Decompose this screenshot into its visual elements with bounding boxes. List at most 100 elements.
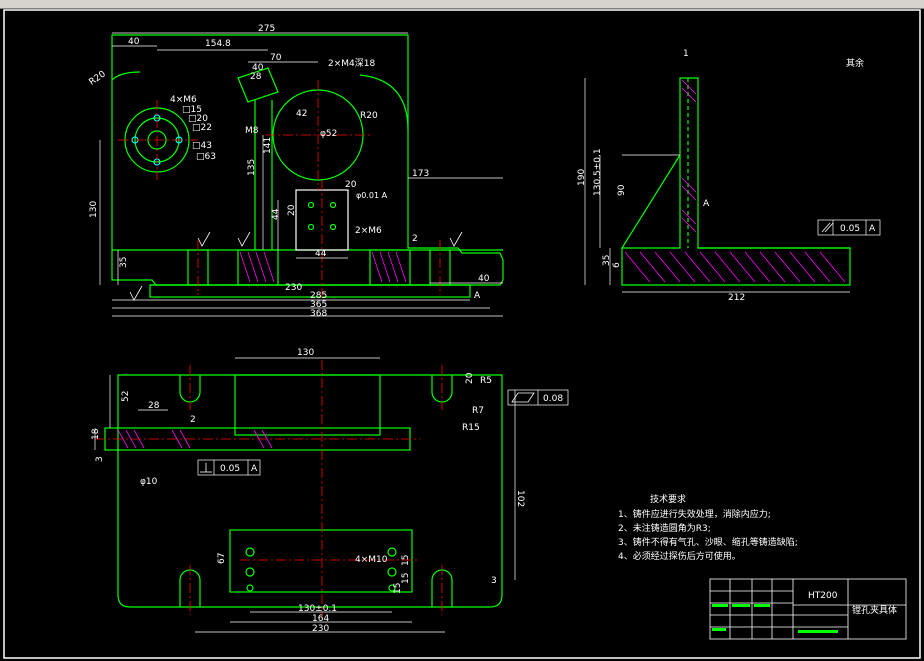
front-pocket-left xyxy=(237,249,279,286)
dim-side-parallel: 0.05 xyxy=(840,224,860,234)
dim-side-6: 6 xyxy=(612,262,622,268)
dim-front-42: 42 xyxy=(296,109,307,119)
dim-front-m6pair: 2×M6 xyxy=(355,226,382,236)
dim-front-35: 35 xyxy=(119,257,129,268)
drawing-border xyxy=(3,9,921,659)
dim-front-40r: 40 xyxy=(478,274,490,284)
dim-front-m6: 4×M6 xyxy=(170,95,197,105)
dim-front-22: □22 xyxy=(192,123,212,133)
dim-front-40: 40 xyxy=(128,37,140,47)
dim-front-63: □63 xyxy=(196,152,216,162)
dim-top-3r: 3 xyxy=(491,576,497,586)
dim-top-r7: R7 xyxy=(472,406,484,416)
top-hole-3 xyxy=(246,584,254,592)
technical-notes: 技术要求 1、铸件应进行失效处理，消除内应力; 2、未注铸造圆角为R3; 3、铸… xyxy=(618,493,798,562)
top-center-block xyxy=(234,374,381,436)
drawing-canvas[interactable]: 275 40 154.8 70 40 28 R20 4×M6 □15 □20 □… xyxy=(0,0,924,661)
titleblock-name: 镗孔夹具体 xyxy=(852,604,897,616)
notes-item-4: 4、必须经过探伤后方可使用。 xyxy=(618,550,741,562)
notes-item-3: 3、铸件不得有气孔、沙眼、缩孔等铸造缺陷; xyxy=(618,536,798,548)
titleblock-material: HT200 xyxy=(808,591,838,601)
dim-top-230: 230 xyxy=(312,624,329,634)
top-body-outline xyxy=(117,374,503,608)
dim-front-230: 230 xyxy=(285,283,302,293)
dim-side-35: 35 xyxy=(602,255,612,266)
notes-item-2: 2、未注铸造圆角为R3; xyxy=(618,522,711,534)
dim-side-top-mark: 1 xyxy=(683,49,689,59)
dim-front-368: 368 xyxy=(310,309,327,319)
dim-front-datum-a: A xyxy=(474,291,481,301)
dim-top-r15: R15 xyxy=(462,423,480,433)
dim-top-15c: 15 xyxy=(393,583,403,594)
dim-top-3: 3 xyxy=(95,456,105,462)
dim-top-15a: 15 xyxy=(401,555,411,566)
front-body-outline xyxy=(111,34,504,286)
dim-side-roughness: 其余 xyxy=(846,57,864,69)
front-dimension-texts: 275 40 154.8 70 40 28 R20 4×M6 □15 □20 □… xyxy=(88,24,490,319)
front-mount-hole-1 xyxy=(307,201,315,209)
front-pocket-right xyxy=(369,249,411,286)
top-hole-4 xyxy=(387,547,397,557)
dim-top-52: 52 xyxy=(121,391,131,402)
dim-top-102: 102 xyxy=(515,490,525,507)
dim-front-20s: 20 xyxy=(345,180,357,190)
dim-top-20: 20 xyxy=(465,372,475,384)
side-hatching xyxy=(624,79,846,283)
dim-side-190: 190 xyxy=(577,169,587,186)
dim-top-28: 28 xyxy=(148,401,160,411)
dim-front-44v: 44 xyxy=(271,208,281,220)
top-hole-2 xyxy=(245,567,255,577)
dim-front-44h: 44 xyxy=(315,249,327,259)
dim-front-173: 173 xyxy=(412,169,429,179)
dim-front-phi52: φ52 xyxy=(320,129,337,139)
dim-top-15b: 15 xyxy=(401,573,411,584)
dim-top-r5: R5 xyxy=(480,376,492,386)
front-mount-hole-2 xyxy=(329,201,337,209)
front-left-arc xyxy=(111,71,141,81)
dim-side-212: 212 xyxy=(728,293,745,303)
dim-front-141: 141 xyxy=(263,137,273,154)
dim-top-164: 164 xyxy=(312,614,329,624)
notes-title: 技术要求 xyxy=(650,493,686,505)
dim-front-r20-left: R20 xyxy=(88,69,108,88)
dim-front-2: 2 xyxy=(412,234,418,244)
dim-top-flat: 0.08 xyxy=(543,394,563,404)
dim-front-20v: 20 xyxy=(287,204,297,216)
front-mount-hole-4 xyxy=(329,223,337,231)
dim-top-18: 18 xyxy=(91,428,101,440)
dim-front-28: 28 xyxy=(250,72,262,82)
dim-front-r20-right: R20 xyxy=(360,111,378,121)
front-dimension-lines xyxy=(99,32,503,317)
dim-top-perp-datum: A xyxy=(251,464,258,474)
front-mount-hole-3 xyxy=(307,223,315,231)
dim-top-67: 67 xyxy=(217,553,227,564)
dim-top-phi: φ10 xyxy=(140,477,158,487)
top-dimension-lines xyxy=(94,357,569,633)
top-hole-1 xyxy=(245,547,255,557)
top-hole-5 xyxy=(387,567,397,577)
front-right-arc xyxy=(359,74,409,131)
top-centerlines xyxy=(95,360,443,620)
dim-side-90: 90 xyxy=(617,184,627,196)
side-rib xyxy=(621,154,681,249)
dim-top-perp: 0.05 xyxy=(220,464,240,474)
cad-window: 275 40 154.8 70 40 28 R20 4×M6 □15 □20 □… xyxy=(0,0,924,661)
dim-side-130: 130.5±0.1 xyxy=(593,148,603,196)
dim-side-parallel-datum: A xyxy=(869,224,876,234)
dim-front-m8: M8 xyxy=(245,126,259,136)
dim-front-70: 70 xyxy=(270,53,282,63)
dim-front-tolsq: φ0.01 A xyxy=(356,191,388,200)
notes-item-1: 1、铸件应进行失效处理，消除内应力; xyxy=(618,508,771,520)
top-dimension-texts: 130 52 28 18 3 2 20 R5 R7 R15 0.08 0.05 … xyxy=(91,348,563,634)
dim-front-154: 154.8 xyxy=(205,39,231,49)
title-block-fills xyxy=(712,604,838,633)
dim-top-m10: 4×M10 xyxy=(355,555,388,565)
dim-top-130tol: 130±0.1 xyxy=(298,604,337,614)
dim-front-43: □43 xyxy=(192,141,212,151)
dim-top-130: 130 xyxy=(297,348,314,358)
dim-side-datum-a: A xyxy=(703,199,710,209)
dim-front-135: 135 xyxy=(247,159,257,176)
side-dimension-lines xyxy=(584,78,881,293)
dim-top-2: 2 xyxy=(190,415,196,425)
dim-front-130: 130 xyxy=(89,201,99,218)
